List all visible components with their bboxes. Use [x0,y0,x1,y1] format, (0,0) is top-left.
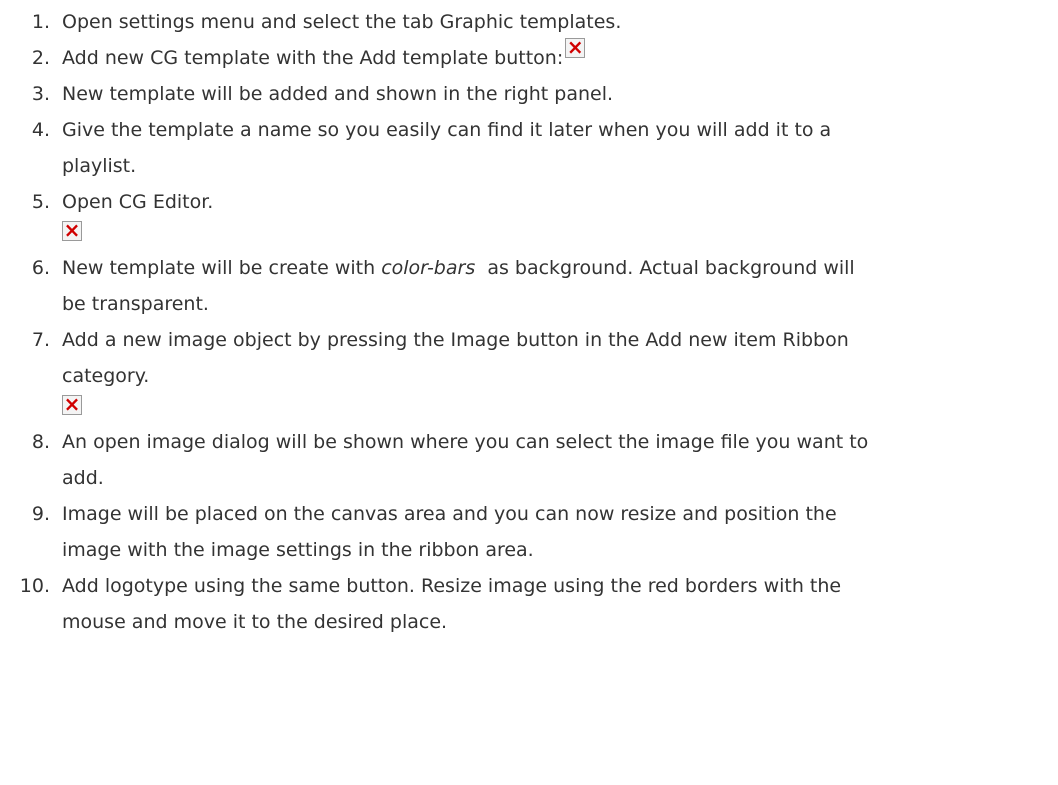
step-text-continued: be transparent. [62,293,209,315]
step-number: 10. [19,575,50,597]
step-text: Give the template a name so you easily c… [62,119,832,141]
step-number: 8. [31,431,50,453]
step-number: 6. [31,257,50,279]
step-text: New template will be create with [62,257,382,279]
step-number: 5. [31,191,50,213]
step-text: Image will be placed on the canvas area … [62,503,837,525]
step-text: An open image dialog will be shown where… [62,431,869,453]
step-text-continued: image with the image settings in the rib… [62,539,534,561]
step-text: Add new CG template with the Add templat… [62,47,564,69]
broken-image-icon [62,390,82,418]
broken-image-icon [565,33,586,61]
step-text-continued: category. [62,365,150,387]
step-text-continued: add. [62,467,104,489]
step-text: as background. Actual background will [475,257,855,279]
step-number: 2. [31,47,50,69]
step-text: Open settings menu and select the tab Gr… [62,11,622,33]
step-text: Open CG Editor. [62,191,214,213]
step-number: 3. [31,83,50,105]
broken-image-icon [62,216,82,244]
step-number: 9. [31,503,50,525]
step-text-continued: mouse and move it to the desired place. [62,611,448,633]
step-number: 1. [31,11,50,33]
step-text: New template will be added and shown in … [62,83,614,105]
emphasis-text: color-bars [381,257,476,279]
step-text-line: New template will be create with color-b… [62,250,1032,286]
step-text: Add a new image object by pressing the I… [62,329,849,351]
step-number: 7. [31,329,50,351]
step-text: Add logotype using the same button. Resi… [62,575,842,597]
step-number: 4. [31,119,50,141]
step-text-continued: playlist. [62,155,137,177]
step-text-line: Add new CG template with the Add templat… [62,33,1032,76]
